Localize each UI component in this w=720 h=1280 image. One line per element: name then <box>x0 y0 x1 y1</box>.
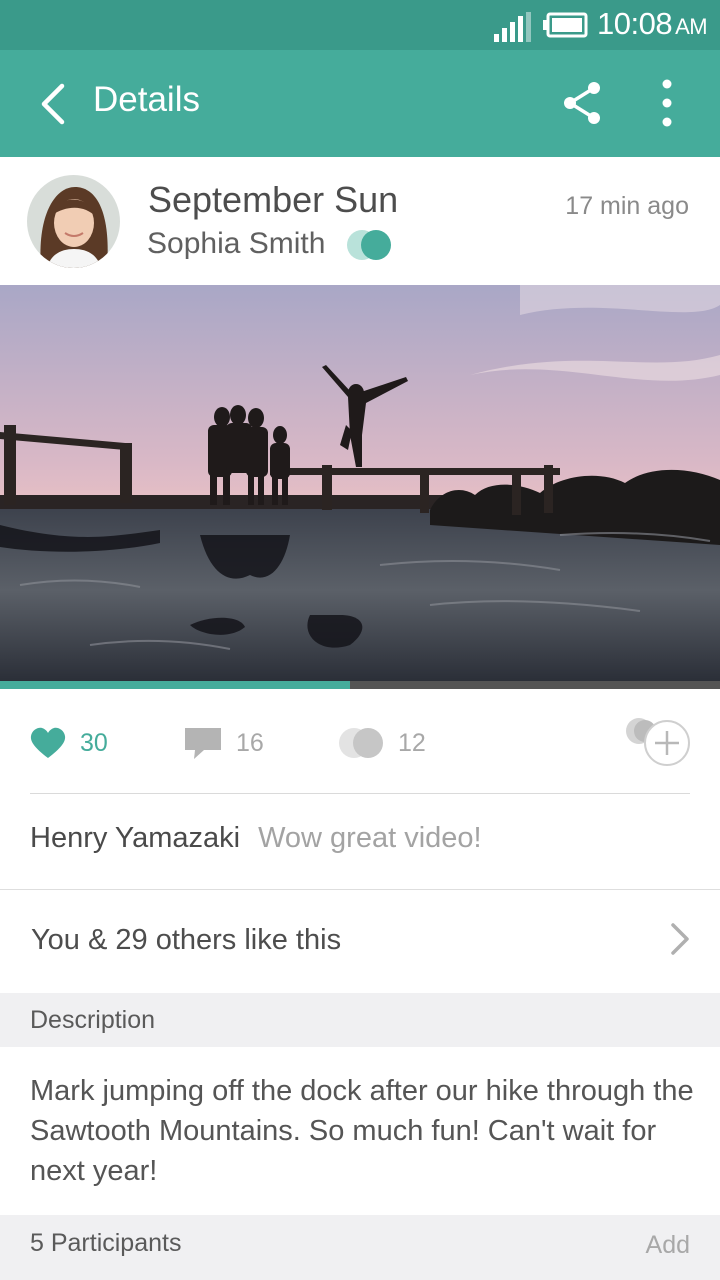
video-progress-fill <box>0 681 350 689</box>
video-progress-bar[interactable] <box>0 681 720 689</box>
comment-author[interactable]: Henry Yamazaki <box>30 822 240 854</box>
divider <box>30 793 690 794</box>
participants-header: 5 Participants Add <box>0 1215 720 1280</box>
comment[interactable]: Henry Yamazaki Wow great video! <box>30 822 482 855</box>
add-participant-button[interactable]: Add <box>646 1231 690 1260</box>
participants-count: 5 Participants <box>30 1229 182 1257</box>
clock: 10:08 AM <box>597 6 708 41</box>
comment-button[interactable]: 16 <box>184 725 264 761</box>
comment-bubble-icon <box>185 728 221 759</box>
stats-row: 30 16 12 <box>0 689 720 794</box>
likes-summary-text: You & 29 others like this <box>31 924 342 956</box>
toggle-circles-icon <box>347 230 391 260</box>
post-photo[interactable] <box>0 285 720 681</box>
app-bar: Details <box>0 50 720 157</box>
page-title: Details <box>93 80 200 119</box>
share-icon[interactable] <box>558 78 606 128</box>
timestamp: 17 min ago <box>565 192 689 220</box>
status-bar: 10:08 AM <box>0 0 720 50</box>
description-header: Description <box>0 993 720 1047</box>
author-name[interactable]: Sophia Smith <box>147 227 325 261</box>
section-label: Description <box>30 1006 156 1034</box>
likes-summary-row[interactable]: You & 29 others like this <box>0 890 720 993</box>
shares-count: 12 <box>398 728 426 757</box>
post-header: September Sun Sophia Smith 17 min ago <box>0 157 720 285</box>
heart-icon <box>30 727 66 758</box>
more-vert-icon[interactable] <box>648 78 686 128</box>
post-title: September Sun <box>148 179 399 220</box>
comments-count: 16 <box>236 728 264 757</box>
share-count-button[interactable]: 12 <box>338 725 426 761</box>
battery-icon <box>543 12 588 38</box>
description-text: Mark jumping off the dock after our hike… <box>30 1075 694 1187</box>
comment-text: Wow great video! <box>258 822 482 854</box>
toggle-circles-icon <box>339 728 383 758</box>
signal-icon <box>494 12 531 42</box>
chevron-right-icon <box>671 923 689 955</box>
like-button[interactable]: 30 <box>30 725 108 761</box>
add-circle-icon[interactable] <box>622 717 692 767</box>
likes-count: 30 <box>80 728 108 757</box>
back-arrow-icon[interactable] <box>32 78 76 130</box>
avatar[interactable] <box>27 175 120 268</box>
